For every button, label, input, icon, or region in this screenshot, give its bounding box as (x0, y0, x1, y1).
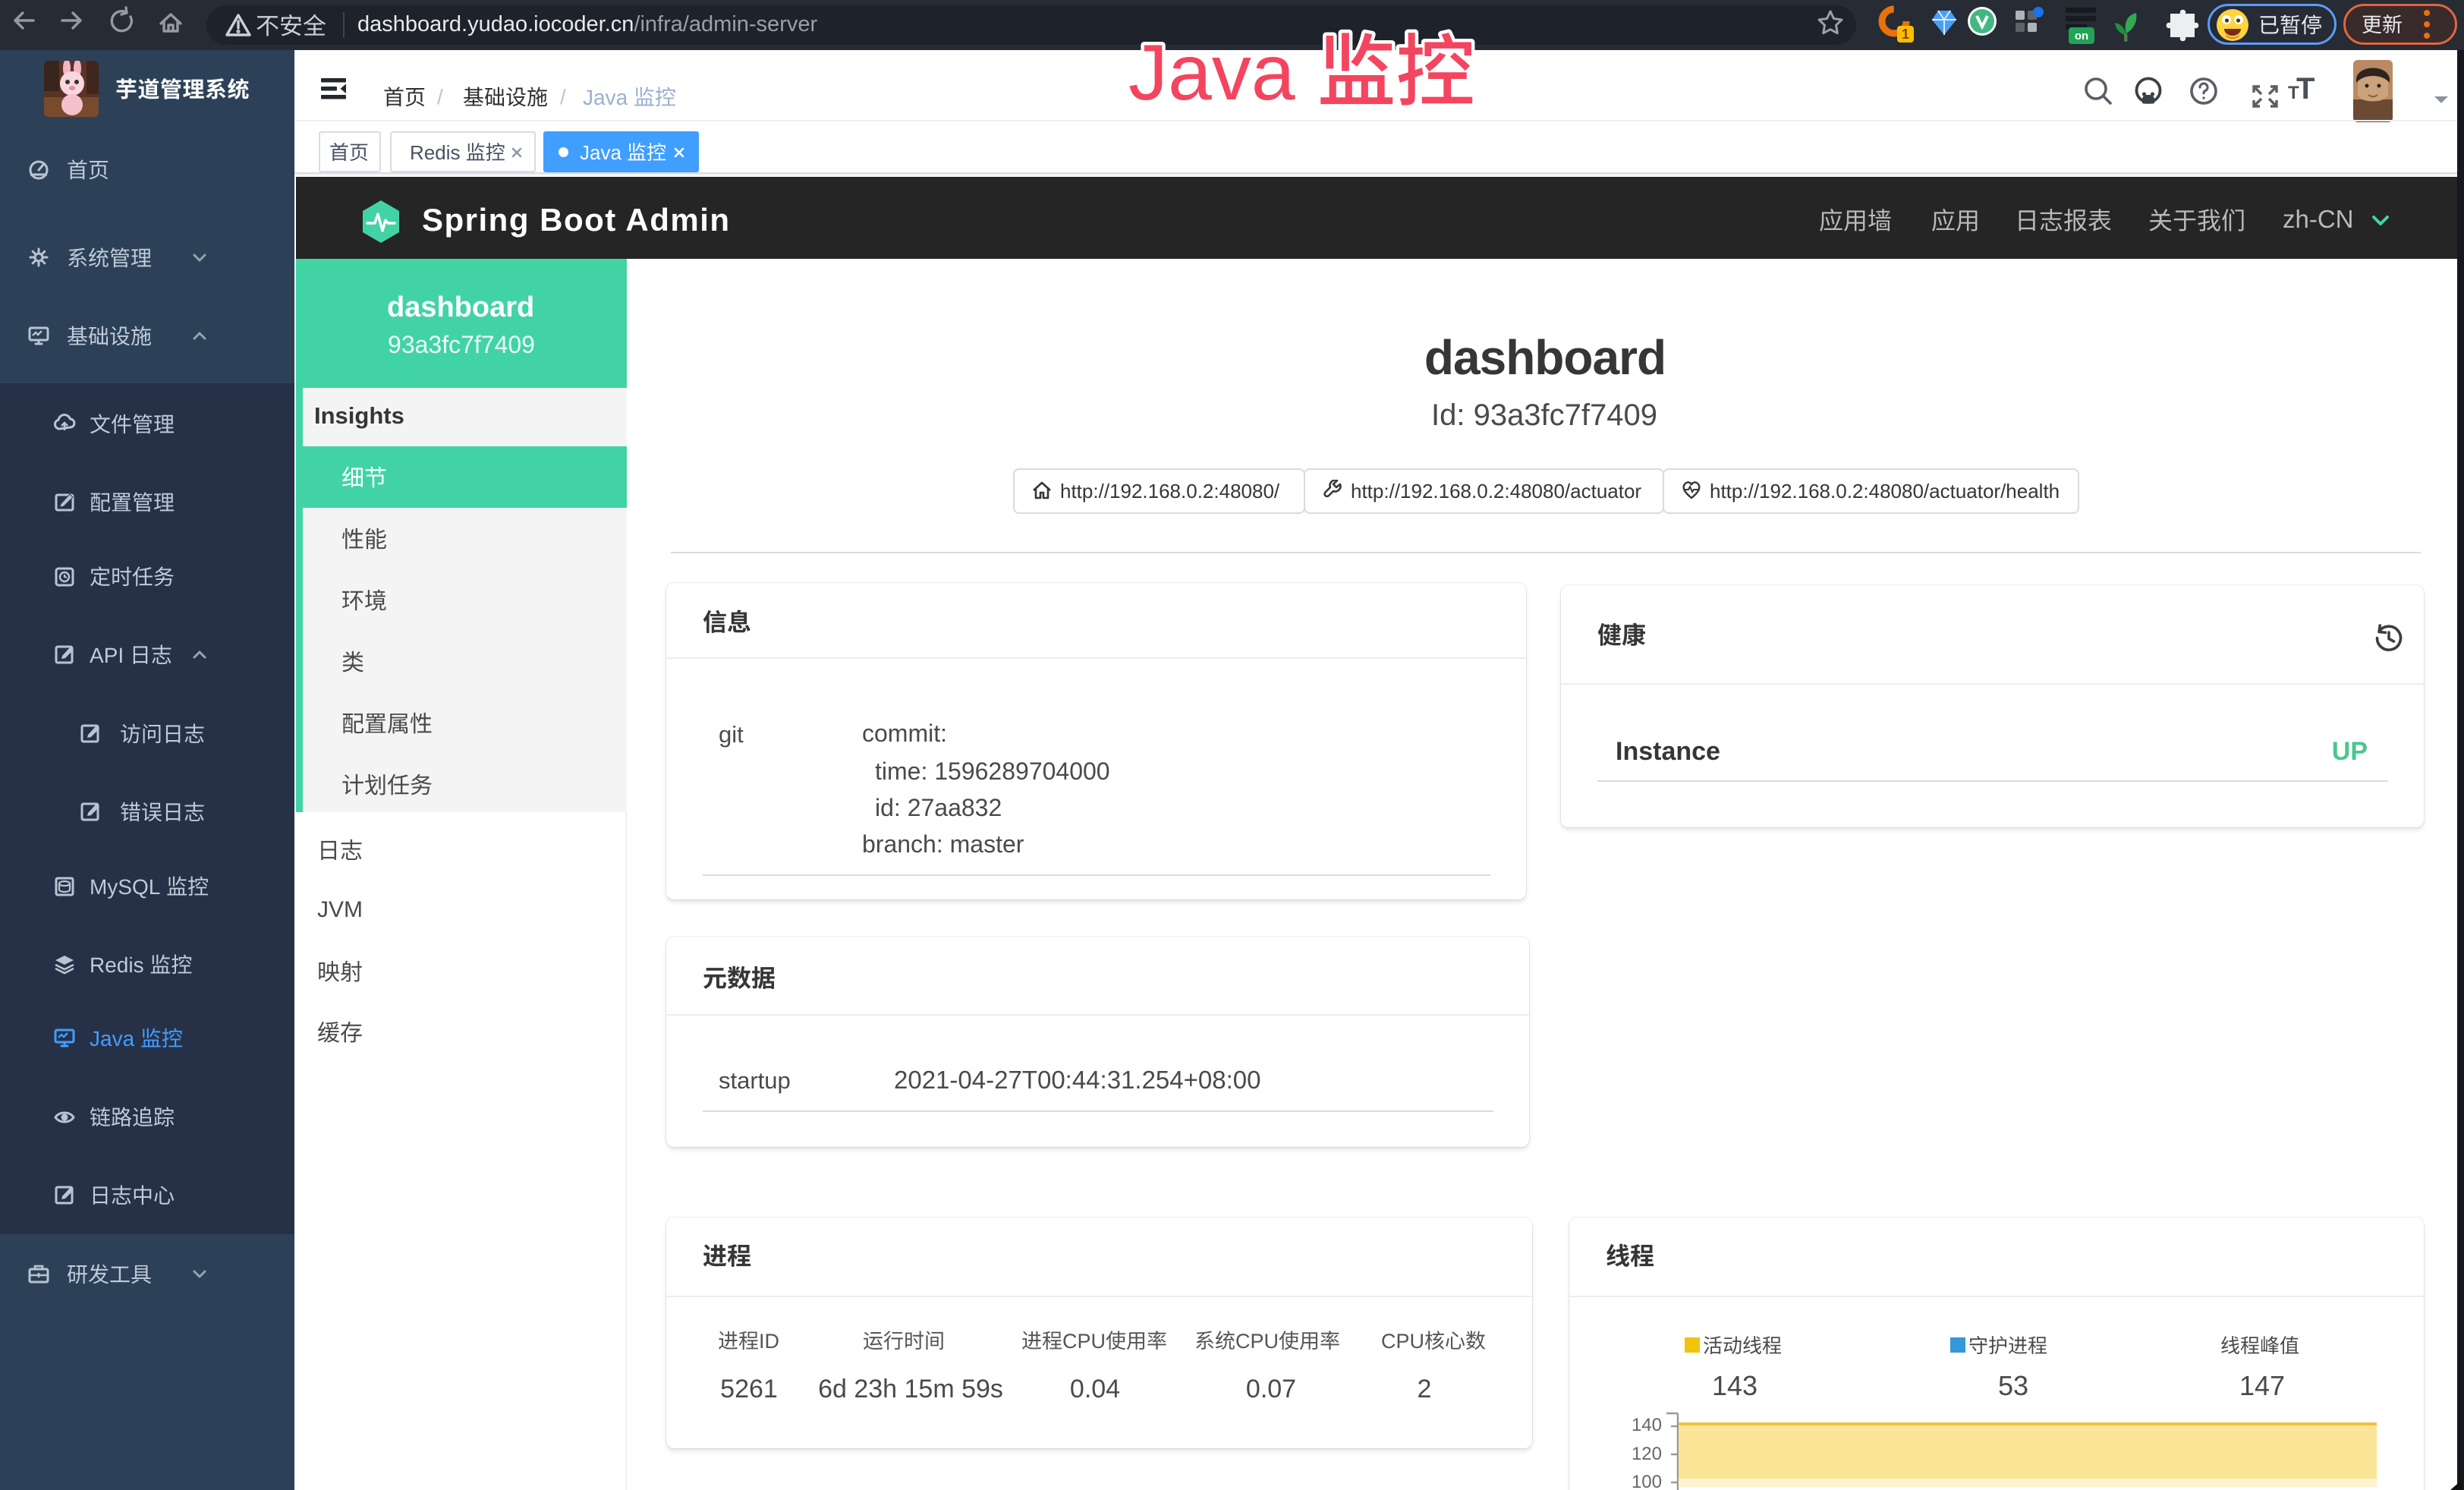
svg-text:1: 1 (1902, 27, 1909, 42)
svg-text:on: on (2075, 30, 2088, 43)
svg-text:T: T (2288, 83, 2299, 103)
